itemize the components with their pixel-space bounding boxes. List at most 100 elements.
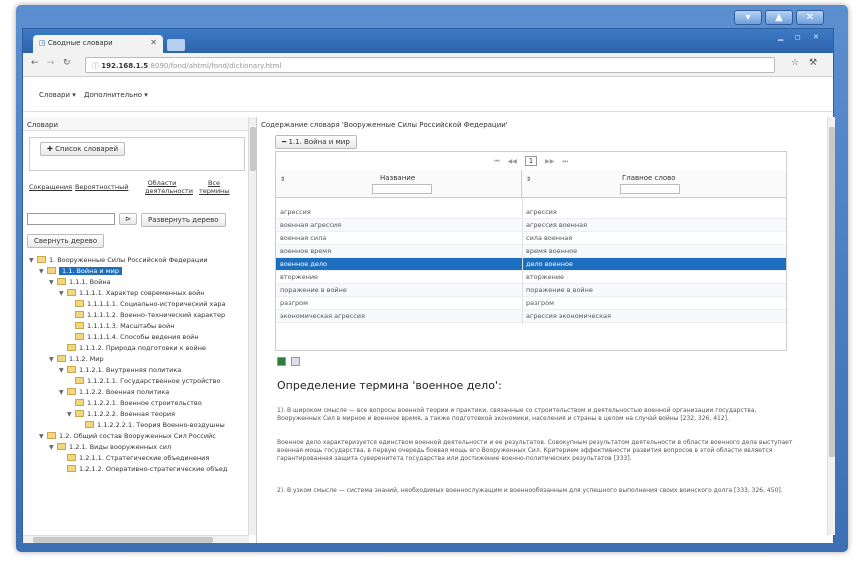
section-button[interactable]: ━ 1.1. Война и мир <box>275 135 357 149</box>
tab-close-icon[interactable]: ✕ <box>150 38 157 47</box>
folder-icon <box>85 421 94 428</box>
tree-node[interactable]: ▼ 1.2. Общий состав Вооруженных Сил Росси… <box>39 431 216 441</box>
pager-current-page[interactable]: 1 <box>524 156 538 166</box>
expand-triangle-icon[interactable]: ▼ <box>39 432 47 442</box>
name-filter-input[interactable] <box>372 184 432 194</box>
minimize-window-button[interactable]: ▾ <box>734 10 762 25</box>
table-row[interactable]: военная сила сила военная <box>276 232 786 245</box>
maximize-window-button[interactable]: ▲ <box>765 10 793 25</box>
pager-first-icon[interactable]: ⏮ <box>494 158 499 165</box>
tree-node[interactable]: ▼ 1.1.1. Война <box>49 277 111 287</box>
cell-name: агрессия <box>280 208 311 216</box>
left-panel-scrollbar[interactable] <box>248 117 256 535</box>
table-row[interactable]: вторжение вторжение <box>276 271 786 284</box>
tree-node[interactable]: 1.1.2.1.1. Государственное устройство <box>75 376 220 386</box>
close-window-button[interactable]: ✕ <box>796 10 824 25</box>
dictionary-list-button[interactable]: ✚ Список словарей <box>40 142 126 156</box>
pager-last-icon[interactable]: ⏭ <box>562 158 567 165</box>
tree-node-label: 1.1.1.1.2. Военно-технический характер <box>87 311 226 319</box>
new-tab-button[interactable] <box>167 39 185 51</box>
tree-node[interactable]: ▼ 1.2.1. Виды вооруженных сил <box>49 442 171 452</box>
pager-prev-icon[interactable]: ◀◀ <box>508 158 517 165</box>
table-row[interactable]: военное время время военное <box>276 245 786 258</box>
expand-triangle-icon[interactable]: ▼ <box>59 388 67 398</box>
column-mainword-header[interactable]: ⇕ Главное слово <box>522 170 786 198</box>
table-row[interactable]: военная агрессия агрессия военная <box>276 219 786 232</box>
tree-search-button[interactable]: ⊳ <box>119 213 137 225</box>
tree-node[interactable]: ▼ 1.1.2.2.2. Военная теория <box>67 409 175 419</box>
tree-node[interactable]: 1.1.2.2.1. Военное строительство <box>75 398 202 408</box>
expand-triangle-icon[interactable]: ▼ <box>49 355 57 365</box>
browser-tab[interactable]: ◳ Сводные словари ✕ <box>33 35 163 53</box>
tree-node-label: 1.1.1. Война <box>69 278 111 286</box>
table-row-selected[interactable]: военное дело дело военное <box>276 258 786 271</box>
expand-triangle-icon[interactable]: ▼ <box>39 267 47 277</box>
cell-name: военное время <box>280 247 332 255</box>
menu-dictionaries[interactable]: Словари ▾ <box>39 91 76 99</box>
link-all-terms[interactable]: Все термины <box>199 179 229 195</box>
excel-export-icon[interactable] <box>277 357 286 366</box>
link-abbreviations[interactable]: Сокращения <box>29 183 72 191</box>
tree-node[interactable]: ▼ 1.1.2.1. Внутренняя политика <box>59 365 181 375</box>
left-scroll-thumb[interactable] <box>250 127 256 171</box>
right-scroll-thumb[interactable] <box>829 127 835 457</box>
tree-node[interactable]: ▼ 1.1.2.2. Военная политика <box>59 387 169 397</box>
folder-icon <box>57 278 66 285</box>
tree-node-label: 1.1.1.1.4. Способы ведения войн <box>87 333 199 341</box>
browser-restore-icon[interactable]: ◻ <box>795 33 801 41</box>
sort-icon[interactable]: ⇕ <box>280 176 285 183</box>
bookmark-star-icon[interactable]: ☆ <box>791 58 799 68</box>
link-activity-areas[interactable]: Области деятельности <box>145 179 193 195</box>
tree-node-selected[interactable]: ▼ 1.1. Война и мир <box>39 266 122 276</box>
menu-additional[interactable]: Дополнительно ▾ <box>84 91 148 99</box>
left-panel-hscrollbar[interactable] <box>23 535 249 543</box>
table-row[interactable]: агрессия агрессия <box>276 206 786 219</box>
tree-search-input[interactable] <box>27 213 115 225</box>
right-panel-scrollbar[interactable] <box>827 117 835 535</box>
tree-node[interactable]: 1.1.1.1.1. Социально-исторический хара <box>75 299 225 309</box>
back-arrow-icon[interactable]: ← <box>31 58 39 68</box>
dictionary-content-panel: Содержание словаря 'Вооруженные Силы Рос… <box>259 117 835 543</box>
dictionary-tree: ▼ 1. Вооруженные Силы Российской Федераци… <box>27 255 249 533</box>
expand-triangle-icon[interactable]: ▼ <box>29 256 37 266</box>
table-row[interactable]: поражение в войне поражение в войне <box>276 284 786 297</box>
tree-node[interactable]: 1.1.1.1.3. Масштабы войн <box>75 321 174 331</box>
expand-tree-button[interactable]: Развернуть дерево <box>141 213 226 227</box>
sort-icon[interactable]: ⇕ <box>526 176 531 183</box>
tree-node[interactable]: 1.1.1.2. Природа подготовки к войне <box>67 343 206 353</box>
tree-node-label: 1.2.1. Виды вооруженных сил <box>69 443 172 451</box>
address-bar[interactable]: ⓘ 192.168.1.5:8090/fond/ahtml/fond/dicti… <box>85 57 775 73</box>
browser-minimize-icon[interactable]: ▁ <box>778 33 783 41</box>
expand-triangle-icon[interactable]: ▼ <box>49 278 57 288</box>
expand-triangle-icon[interactable]: ▼ <box>59 289 67 299</box>
tree-node[interactable]: 1.2.1.2. Оперативно-стратегические объед <box>67 464 227 474</box>
expand-triangle-icon[interactable]: ▼ <box>67 410 75 420</box>
tree-node[interactable]: ▼ 1. Вооруженные Силы Российской Федераци… <box>29 255 208 265</box>
expand-triangle-icon[interactable]: ▼ <box>49 443 57 453</box>
folder-icon <box>57 443 66 450</box>
link-probabilistic[interactable]: Вероятностный <box>75 183 128 191</box>
table-row[interactable]: разгром разгром <box>276 297 786 310</box>
tree-node[interactable]: ▼ 1.1.2. Мир <box>49 354 104 364</box>
expand-triangle-icon[interactable]: ▼ <box>59 366 67 376</box>
collapse-tree-button[interactable]: Свернуть дерево <box>27 234 105 248</box>
table-row[interactable]: экономическая агрессия агрессия экономиче… <box>276 310 786 323</box>
tree-node[interactable]: 1.1.1.1.2. Военно-технический характер <box>75 310 225 320</box>
cell-name: военная агрессия <box>280 221 342 229</box>
tree-node-label: 1.1.1.1.3. Масштабы войн <box>87 322 175 330</box>
tree-node[interactable]: 1.2.1.1. Стратегические объединения <box>67 453 209 463</box>
cell-mainword: вторжение <box>526 273 565 281</box>
tree-node[interactable]: 1.1.2.2.2.1. Теория Военно-воздушны <box>85 420 225 430</box>
column-name-label: Название <box>380 174 416 182</box>
tree-node[interactable]: ▼ 1.1.1.1. Характер современных войн <box>59 288 205 298</box>
mainword-filter-input[interactable] <box>620 184 680 194</box>
tree-node[interactable]: 1.1.1.1.4. Способы ведения войн <box>75 332 199 342</box>
wrench-menu-icon[interactable]: ⚒ <box>809 58 817 68</box>
column-name-header[interactable]: ⇕ Название <box>276 170 522 198</box>
pager-next-icon[interactable]: ▶▶ <box>545 158 554 165</box>
reload-icon[interactable]: ↻ <box>63 58 71 68</box>
left-hscroll-thumb[interactable] <box>33 537 213 543</box>
browser-close-icon[interactable]: ✕ <box>813 33 819 41</box>
print-icon[interactable] <box>291 357 301 366</box>
forward-arrow-icon[interactable]: → <box>47 58 55 68</box>
